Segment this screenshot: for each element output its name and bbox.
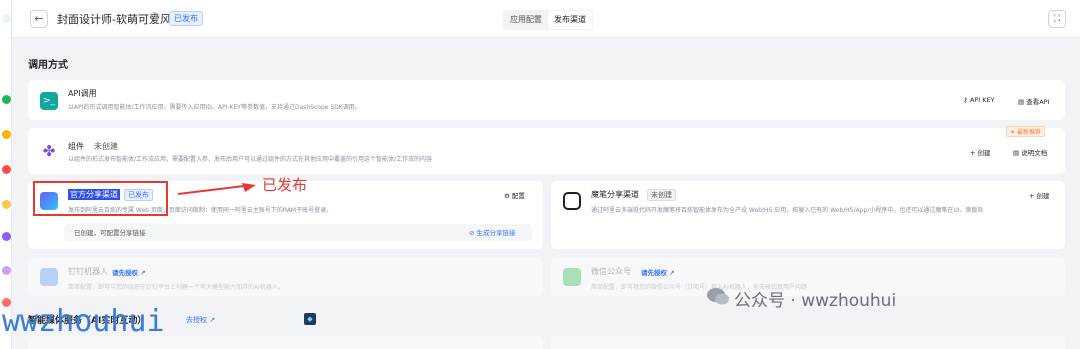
media-auth-link[interactable]: 去授权 ↗ <box>186 315 215 325</box>
watermark-text: wwzhouhui <box>2 304 165 339</box>
tab-publish-channel[interactable]: 发布渠道 <box>548 11 592 29</box>
api-key-button[interactable]: ⚷ API KEY <box>963 96 995 104</box>
top-header: ← 封面设计师-软萌可爱风 ✎ 已发布 应用配置 发布渠道 ⛶ <box>12 0 1080 38</box>
annotation-label: 已发布 <box>262 176 308 194</box>
moben-card-desc: 通过阿里云多端低代码开发魔笔将百炼智能体发布为全产设 Web/H5 应用，拓展入… <box>591 207 984 214</box>
section-title: 调用方式 <box>28 60 68 71</box>
wechat-card-title: 微信公众号 <box>591 267 631 276</box>
api-card: >_ API调用 以API的形式调用智能体/工作流应用，需要传入应用ID、API… <box>28 80 1065 120</box>
doc-icon: ▤ <box>1018 98 1025 106</box>
status-badge: 已发布 <box>169 11 203 26</box>
create-component-button[interactable]: + 创建 <box>970 147 991 157</box>
terminal-icon: >_ <box>40 92 58 110</box>
media-card <box>551 336 1065 349</box>
moben-share-card: 魔笔分享渠道 未创建 通过阿里云多端低代码开发魔笔将百炼智能体发布为全产设 We… <box>551 181 1065 249</box>
annotation-arrow <box>178 183 256 195</box>
dingtalk-icon <box>40 268 58 286</box>
moben-status-badge: 未创建 <box>647 189 676 201</box>
rail-icon[interactable] <box>2 165 11 174</box>
tab-app-config[interactable]: 应用配置 <box>504 11 548 29</box>
gear-icon: ⚙ <box>504 192 510 200</box>
component-card: ✤ 组件 未创建 以组件的形式发布智能体/工作流应用，需要配置入参，发布后用户可… <box>28 126 1065 174</box>
edit-pencil-icon[interactable]: ✎ <box>152 11 160 22</box>
rail-icon[interactable] <box>2 200 11 209</box>
view-api-button[interactable]: ▤ 查看API <box>1018 96 1050 106</box>
external-link-icon: ↗ <box>140 269 146 277</box>
create-moben-button[interactable]: + 创建 <box>1029 190 1050 200</box>
api-card-desc: 以API的形式调用智能体/工作流应用，需要传入应用ID、API-KEY等参数值，… <box>68 104 361 111</box>
dingtalk-card-desc: 简单配置，即可与您的组织在钉钉平台上创建一个有大模型能力加持的AI机器人。 <box>68 284 284 291</box>
fire-icon: ✦ <box>1010 129 1016 136</box>
dingtalk-auth-link[interactable]: 请先授权 ↗ <box>112 267 146 277</box>
wechat-logo-icon <box>707 288 729 305</box>
component-card-title: 组件 <box>68 142 84 151</box>
moben-card-title: 魔笔分享渠道 <box>591 190 639 199</box>
rail-icon[interactable] <box>2 266 11 275</box>
dingtalk-card: 钉钉机器人 请先授权 ↗ 简单配置，即可与您的组织在钉钉平台上创建一个有大模型能… <box>28 258 543 296</box>
generate-link-button[interactable]: ⊘ 生成分享链接 <box>469 227 516 237</box>
component-card-desc: 以组件的形式发布智能体/工作流应用，需要配置入参，发布后用户可以通过组件的方式在… <box>68 156 433 163</box>
doc-icon: ▤ <box>1013 149 1020 157</box>
doc-button[interactable]: ▤ 说明文档 <box>1013 147 1047 157</box>
key-icon: ⚷ <box>963 96 968 104</box>
wechat-icon <box>563 268 581 286</box>
footer-status: 已创建，可配置分享链接 <box>74 229 146 237</box>
link-icon: ⊘ <box>469 229 475 237</box>
config-button[interactable]: ⚙ 配置 <box>504 190 525 200</box>
floating-app-icon[interactable]: ◆ <box>304 313 316 325</box>
external-link-icon: ↗ <box>669 269 675 277</box>
wechat-auth-link[interactable]: 请先授权 ↗ <box>641 267 675 277</box>
rail-icon[interactable] <box>2 232 11 241</box>
highlight-box <box>33 181 168 216</box>
official-card-footer: 已创建，可配置分享链接 ⊘ 生成分享链接 <box>64 224 532 241</box>
api-card-title: API调用 <box>68 89 97 98</box>
back-arrow-icon[interactable]: ← <box>30 10 48 28</box>
rail-icon[interactable] <box>2 14 11 23</box>
rail-icon[interactable] <box>2 95 11 104</box>
left-rail <box>0 0 12 349</box>
dingtalk-card-title: 钉钉机器人 <box>68 267 108 276</box>
watermark-right-text: 公众号 · wwzhouhui <box>734 291 897 311</box>
puzzle-icon: ✤ <box>40 142 58 160</box>
rail-icon[interactable] <box>2 130 11 139</box>
component-status: 未创建 <box>94 142 118 151</box>
recommend-badge: ✦ 最新推荐 <box>1006 126 1045 137</box>
header-tabs: 应用配置 发布渠道 <box>503 10 593 30</box>
moben-icon <box>563 192 581 210</box>
fullscreen-icon[interactable]: ⛶ <box>1048 10 1066 28</box>
